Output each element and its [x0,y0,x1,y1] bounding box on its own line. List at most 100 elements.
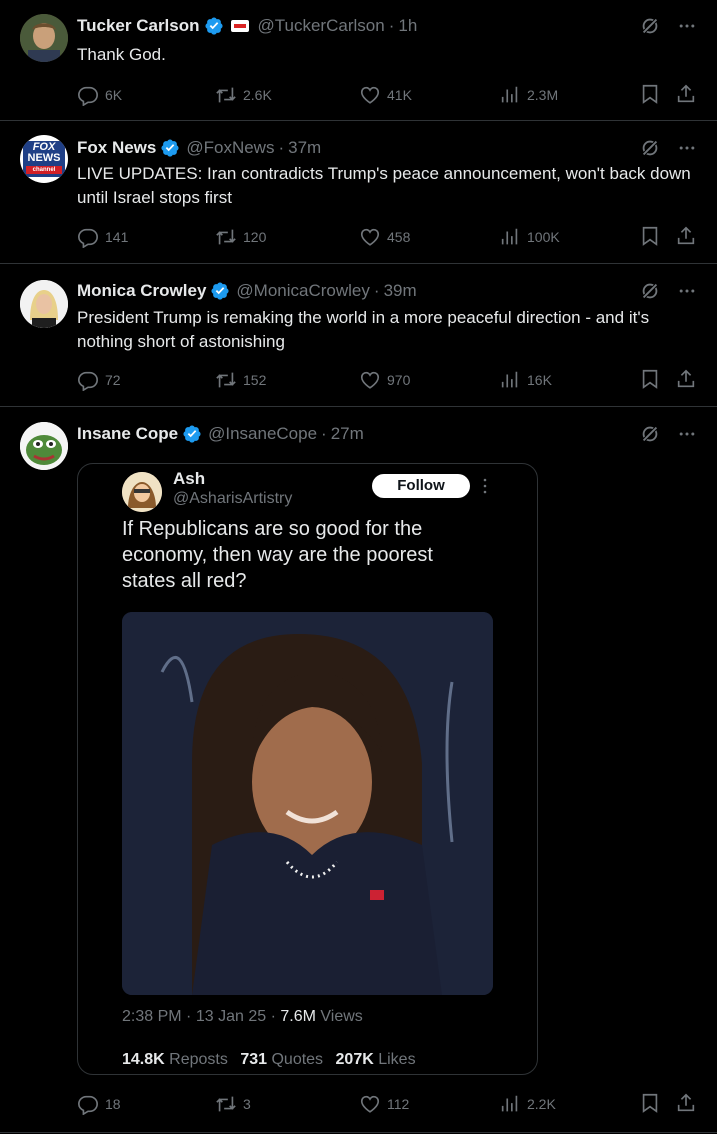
quoted-more-icon[interactable] [483,476,487,496]
like-count: 41K [387,87,412,103]
display-name[interactable]: Fox News [77,137,156,159]
display-name[interactable]: Tucker Carlson [77,15,200,37]
avatar[interactable] [20,422,68,470]
repost-icon [215,1093,237,1115]
quoted-stats: 14.8K Reposts 731 Quotes 207K Likes [122,1051,416,1069]
post-monica-crowley[interactable]: Monica Crowley @MonicaCrowley · 39m Pres… [0,264,717,407]
like-icon [359,1093,381,1115]
repost-button[interactable]: 152 [215,368,266,392]
views-button[interactable]: 2.3M [499,83,558,107]
separator: · [388,16,395,35]
bookmark-button[interactable] [639,368,661,390]
repost-button[interactable]: 3 [215,1092,251,1116]
quoted-display-name[interactable]: Ash [173,469,205,489]
quoted-likes-label[interactable]: Likes [378,1051,415,1068]
reply-icon [77,226,99,248]
avatar[interactable] [20,280,68,328]
repost-button[interactable]: 120 [215,225,266,249]
reply-icon [77,1093,99,1115]
share-icon [675,1092,697,1114]
quoted-reposts-count[interactable]: 14.8K [122,1051,165,1068]
views-button[interactable]: 100K [499,225,560,249]
quoted-reposts-label[interactable]: Reposts [169,1051,228,1068]
avatar[interactable]: FOX NEWS channel [20,135,68,183]
avatar[interactable] [20,14,68,62]
like-button[interactable]: 970 [359,368,410,392]
views-button[interactable]: 2.2K [499,1092,556,1116]
post-text: LIVE UPDATES: Iran contradicts Trump's p… [77,164,691,207]
grok-icon[interactable] [639,280,661,302]
share-button[interactable] [675,225,697,247]
like-button[interactable]: 112 [359,1092,409,1116]
avatar-image [20,14,68,62]
bookmark-button[interactable] [639,83,661,105]
quoted-avatar[interactable] [122,472,162,512]
grok-icon[interactable] [639,423,661,445]
quoted-text: If Republicans are so good for the econo… [122,518,433,592]
handle[interactable]: @MonicaCrowley [236,280,369,302]
separator: · [270,1008,276,1025]
quoted-quotes-count[interactable]: 731 [240,1051,267,1068]
timestamp[interactable]: 39m [384,280,417,302]
quoted-likes-count[interactable]: 207K [336,1051,374,1068]
repost-icon [215,226,237,248]
logo-text-news: NEWS [27,152,61,164]
reply-icon [77,369,99,391]
more-icon[interactable] [677,16,697,36]
grok-icon[interactable] [639,137,661,159]
display-name[interactable]: Monica Crowley [77,280,206,302]
avatar-image [122,472,162,512]
timestamp[interactable]: 1h [398,15,417,37]
post-text: President Trump is remaking the world in… [77,308,650,351]
reply-count: 72 [105,372,121,388]
reply-button[interactable]: 72 [77,368,121,392]
bookmark-button[interactable] [639,1092,661,1114]
more-icon[interactable] [677,281,697,301]
quoted-tweet[interactable]: Ash @AsharisArtistry Follow If Republica… [77,463,538,1075]
timestamp[interactable]: 37m [288,137,321,159]
share-button[interactable] [675,1092,697,1114]
reply-button[interactable]: 6K [77,83,122,107]
post-fox-news[interactable]: FOX NEWS channel Fox News @FoxNews · 37m… [0,121,717,264]
more-icon[interactable] [677,138,697,158]
handle[interactable]: @FoxNews [186,137,274,159]
like-icon [359,226,381,248]
like-button[interactable]: 41K [359,83,412,107]
like-icon [359,369,381,391]
like-icon [359,84,381,106]
quoted-date[interactable]: 13 Jan 25 [196,1008,266,1025]
like-count: 458 [387,229,411,245]
handle[interactable]: @TuckerCarlson [258,15,385,37]
post-tucker-carlson[interactable]: Tucker Carlson @TuckerCarlson · 1h Thank… [0,0,717,121]
quoted-quotes-label[interactable]: Quotes [271,1051,323,1068]
like-button[interactable]: 458 [359,225,410,249]
follow-button[interactable]: Follow [372,474,470,498]
quoted-meta: 2:38 PM · 13 Jan 25 · 7.6M Views [122,1008,363,1026]
timestamp[interactable]: 27m [331,423,364,445]
share-button[interactable] [675,368,697,390]
more-icon[interactable] [677,424,697,444]
views-icon [499,84,521,106]
reply-button[interactable]: 18 [77,1092,121,1116]
reply-count: 6K [105,87,123,103]
share-button[interactable] [675,83,697,105]
avatar-image [20,422,68,470]
quoted-views-label: Views [320,1008,363,1025]
affiliate-badge-icon [230,20,249,32]
display-name[interactable]: Insane Cope [77,423,178,445]
handle[interactable]: @InsaneCope [208,423,317,445]
separator: · [373,281,380,300]
quoted-time[interactable]: 2:38 PM [122,1008,182,1025]
views-count: 100K [527,229,560,245]
bookmark-button[interactable] [639,225,661,247]
fox-logo: FOX NEWS channel [23,141,65,177]
quoted-image[interactable] [122,612,493,995]
grok-icon[interactable] [639,15,661,37]
separator: · [186,1008,192,1025]
views-button[interactable]: 16K [499,368,552,392]
post-insane-cope[interactable]: Insane Cope @InsaneCope · 27m Ash @Ashar… [0,407,717,1133]
repost-button[interactable]: 2.6K [215,83,272,107]
quoted-handle[interactable]: @AsharisArtistry [173,490,292,508]
reply-button[interactable]: 141 [77,225,128,249]
views-icon [499,226,521,248]
